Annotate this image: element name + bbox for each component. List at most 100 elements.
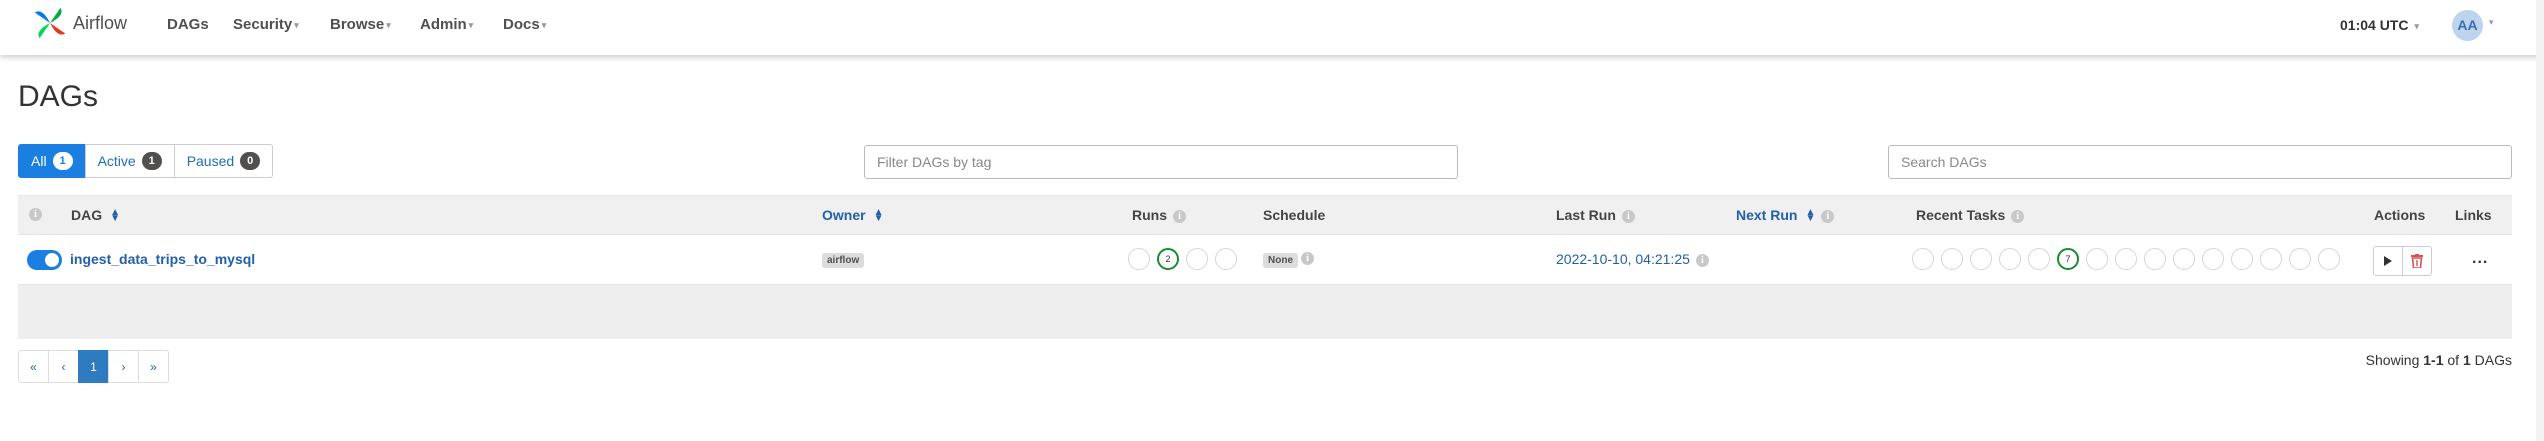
task-state-circle[interactable] [2115, 248, 2137, 270]
sort-icon: ▲ ▼ [110, 207, 121, 225]
task-state-circle[interactable] [2318, 248, 2340, 270]
nav-dags[interactable]: DAGs [167, 16, 209, 33]
header-recent-tasks-label: Recent Tasks [1916, 207, 2006, 223]
page-scrollbar[interactable] [2536, 0, 2544, 441]
task-state-circle[interactable] [2144, 248, 2166, 270]
pagination: « ‹ 1 › » [18, 350, 169, 383]
nav-admin[interactable]: Admin ▾ [420, 16, 473, 33]
nav-docs[interactable]: Docs ▾ [503, 16, 546, 33]
task-state-circle[interactable] [2231, 248, 2253, 270]
header-schedule: Schedule [1263, 207, 1326, 223]
info-icon[interactable]: i [1301, 252, 1314, 265]
showing-prefix: Showing [2365, 352, 2424, 368]
task-state-circle[interactable] [2260, 248, 2282, 270]
run-state-circle-success[interactable]: 2 [1157, 248, 1179, 270]
filter-all-label: All [31, 153, 47, 169]
timezone-clock[interactable]: 01:04 UTC ▾ [2340, 17, 2419, 33]
filter-active-button[interactable]: Active 1 [84, 144, 175, 178]
header-next-run[interactable]: Next Run ▲ ▼ i [1736, 207, 1835, 225]
header-owner-label: Owner [822, 207, 866, 223]
clock-time: 01:04 UTC [2340, 17, 2409, 33]
header-actions: Actions [2374, 207, 2426, 223]
page-title: DAGs [18, 80, 99, 113]
trash-icon [2411, 254, 2423, 268]
status-filter-group: All 1 Active 1 Paused 0 [18, 144, 274, 178]
next-page-button[interactable]: › [108, 350, 139, 383]
header-runs: Runs i [1132, 207, 1186, 223]
dags-table: i DAG ▲ ▼ Owner ▲ ▼ Runs i Schedule Last Run i… [18, 195, 2512, 339]
task-state-circle[interactable] [2173, 248, 2195, 270]
header-owner[interactable]: Owner ▲ ▼ [822, 207, 884, 225]
filter-active-count: 1 [141, 152, 162, 170]
search-dags-input[interactable] [1888, 145, 2512, 179]
filter-paused-button[interactable]: Paused 0 [173, 144, 274, 178]
last-page-button[interactable]: » [138, 350, 169, 383]
empty-row [18, 284, 2512, 339]
task-state-circle[interactable] [1970, 248, 1992, 270]
showing-of: of [2443, 352, 2463, 368]
nav-security[interactable]: Security ▾ [233, 16, 299, 33]
filter-paused-label: Paused [186, 153, 235, 169]
task-state-circle[interactable] [1912, 248, 1934, 270]
toggle-knob [45, 253, 59, 267]
header-dag-label: DAG [71, 207, 103, 223]
showing-total: 1 [2462, 352, 2471, 368]
trigger-dag-button[interactable] [2373, 246, 2403, 276]
filter-paused-count: 0 [240, 152, 261, 170]
nav-browse[interactable]: Browse ▾ [330, 16, 391, 33]
first-page-button[interactable]: « [18, 350, 49, 383]
info-icon[interactable]: i [29, 208, 42, 221]
run-state-circle[interactable] [1128, 248, 1150, 270]
user-avatar[interactable]: AA [2452, 10, 2483, 41]
nav-docs-label: Docs [503, 16, 540, 33]
airflow-logo-icon[interactable] [31, 4, 69, 42]
header-runs-label: Runs [1132, 207, 1167, 223]
delete-dag-button[interactable] [2402, 246, 2432, 276]
task-state-circle[interactable] [2202, 248, 2224, 270]
chevron-down-icon: ▾ [468, 19, 474, 30]
chevron-down-icon: ▾ [386, 19, 391, 30]
showing-count: Showing 1-1 of 1 DAGs [2366, 352, 2512, 368]
last-run-link[interactable]: 2022-10-10, 04:21:25 i [1556, 251, 1709, 267]
chevron-down-icon: ▾ [294, 19, 299, 30]
filter-active-label: Active [97, 153, 136, 169]
brand-name[interactable]: Airflow [73, 13, 127, 34]
table-header: i DAG ▲ ▼ Owner ▲ ▼ Runs i Schedule Last Run i… [18, 195, 2512, 234]
info-icon[interactable]: i [1173, 209, 1186, 223]
run-state-circle[interactable] [1186, 248, 1208, 270]
prev-page-button[interactable]: ‹ [48, 350, 79, 383]
run-state-circle[interactable] [1215, 248, 1237, 270]
links-menu-icon[interactable]: ... [2472, 250, 2488, 268]
task-state-circle-success[interactable]: 7 [2057, 248, 2079, 270]
header-next-run-label: Next Run [1736, 207, 1798, 223]
last-run-date: 2022-10-10, 04:21:25 [1556, 251, 1690, 267]
pause-toggle[interactable] [27, 250, 62, 270]
task-state-circle[interactable] [1941, 248, 1963, 270]
sort-icon: ▲ ▼ [1805, 207, 1816, 225]
sort-icon: ▲ ▼ [873, 207, 884, 225]
tag-filter-input[interactable] [864, 145, 1458, 179]
info-icon[interactable]: i [1821, 209, 1835, 223]
nav-security-label: Security [233, 16, 293, 33]
task-state-circle[interactable] [1999, 248, 2021, 270]
info-icon[interactable]: i [2011, 209, 2025, 223]
showing-range: 1-1 [2423, 352, 2444, 368]
header-last-run-label: Last Run [1556, 207, 1616, 223]
filter-all-button[interactable]: All 1 [18, 144, 86, 178]
top-navbar: Airflow DAGs Security ▾ Browse ▾ Admin ▾ Do… [0, 0, 2544, 55]
task-state-circle[interactable] [2028, 248, 2050, 270]
info-icon[interactable]: i [1621, 209, 1635, 223]
dag-id-link[interactable]: ingest_data_trips_to_mysql [70, 251, 255, 267]
task-state-circle[interactable] [2086, 248, 2108, 270]
owner-tag[interactable]: airflow [822, 253, 865, 268]
nav-browse-label: Browse [330, 16, 385, 33]
chevron-down-icon: ▾ [541, 19, 547, 30]
info-icon[interactable]: i [1695, 253, 1709, 267]
header-dag[interactable]: DAG ▲ ▼ [71, 207, 121, 225]
page-1-button[interactable]: 1 [78, 350, 109, 383]
filter-all-count: 1 [52, 152, 73, 170]
nav-admin-label: Admin [420, 16, 467, 33]
chevron-down-icon[interactable]: ▾ [2489, 17, 2494, 28]
header-last-run: Last Run i [1556, 207, 1635, 223]
task-state-circle[interactable] [2289, 248, 2311, 270]
